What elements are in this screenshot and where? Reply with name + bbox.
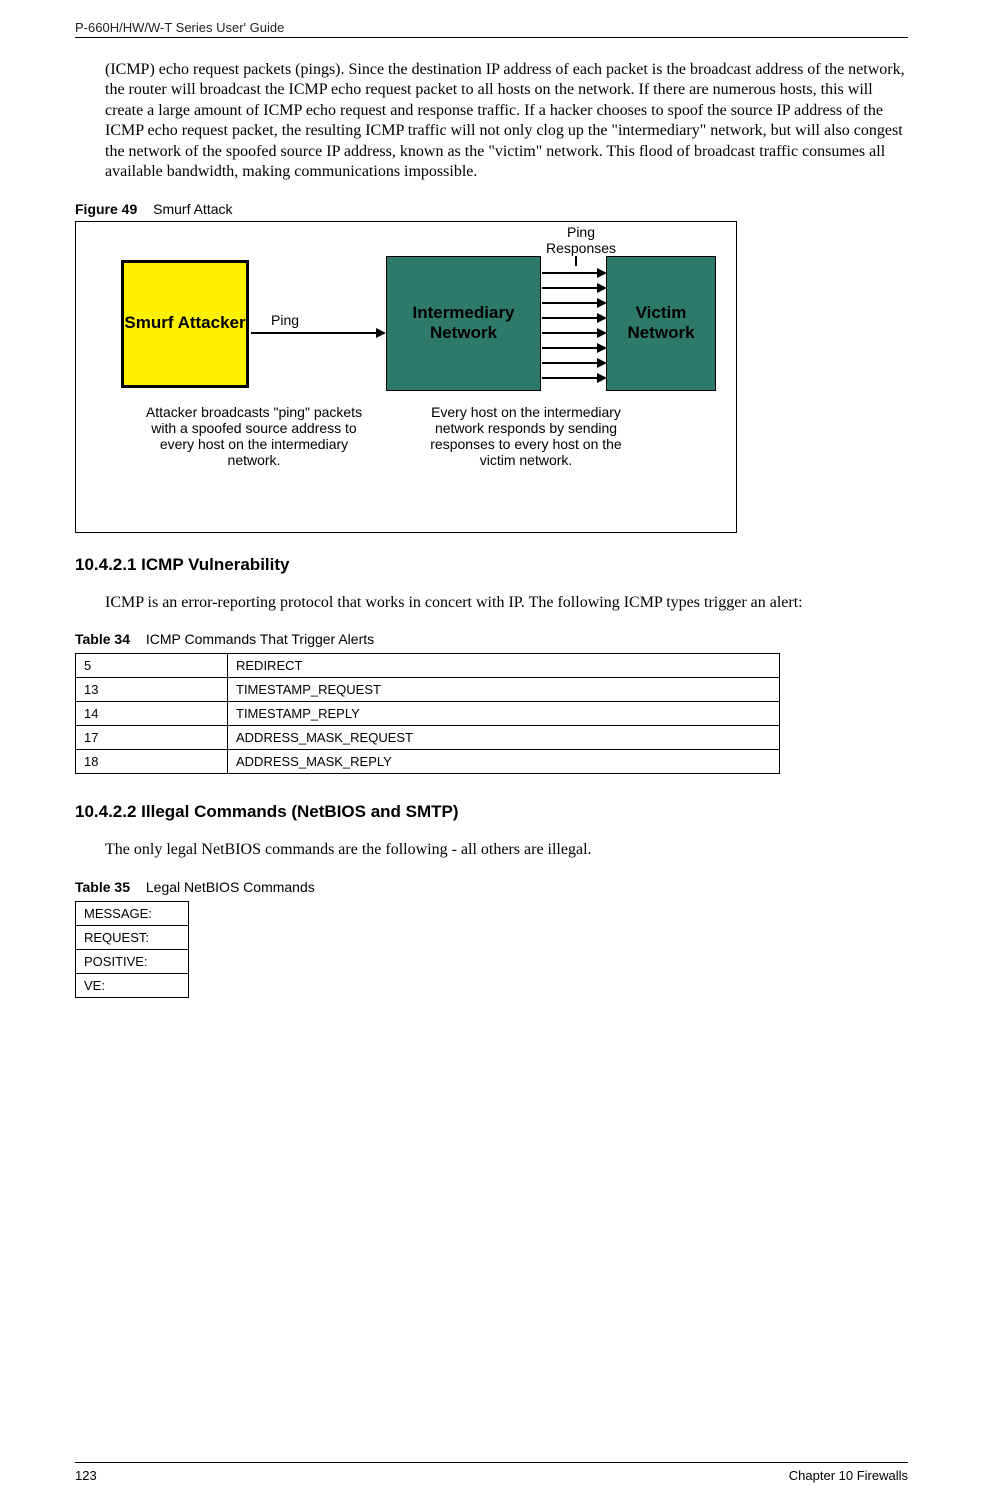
resp-arrow-head-icon: [597, 298, 607, 308]
header-guide-title: P-660H/HW/W-T Series User' Guide: [75, 20, 908, 35]
table35-caption-text: Legal NetBIOS Commands: [146, 879, 315, 895]
resp-arrow-head-icon: [597, 283, 607, 293]
resp-arrow-head-icon: [597, 328, 607, 338]
icmp-type-number: 13: [76, 678, 228, 702]
icmp-type-name: TIMESTAMP_REQUEST: [228, 678, 780, 702]
ping-arrow-head-icon: [376, 328, 386, 338]
figure-caption: Figure 49 Smurf Attack: [75, 201, 908, 217]
page-footer: 123 Chapter 10 Firewalls: [75, 1462, 908, 1483]
icmp-type-number: 5: [76, 654, 228, 678]
resp-arrow-head-icon: [597, 343, 607, 353]
figure-caption-text: Smurf Attack: [153, 201, 232, 217]
victim-network-box: Victim Network: [606, 256, 716, 391]
table-row: REQUEST:: [76, 925, 189, 949]
document-page: P-660H/HW/W-T Series User' Guide (ICMP) …: [0, 0, 983, 1503]
table-row: MESSAGE:: [76, 901, 189, 925]
resp-arrow-line: [542, 302, 597, 304]
attacker-explanation: Attacker broadcasts "ping" packets with …: [139, 404, 369, 468]
ping-responses-label: Ping Responses: [536, 224, 626, 256]
table34-caption-text: ICMP Commands That Trigger Alerts: [146, 631, 374, 647]
figure-number: Figure 49: [75, 201, 137, 217]
table-row: 13 TIMESTAMP_REQUEST: [76, 678, 780, 702]
icmp-vulnerability-heading: 10.4.2.1 ICMP Vulnerability: [75, 555, 908, 575]
page-number: 123: [75, 1468, 97, 1483]
victim-network-label: Victim Network: [607, 303, 715, 343]
intermediary-network-label: Intermediary Network: [387, 303, 540, 343]
resp-arrow-head-icon: [597, 268, 607, 278]
table-row: 18 ADDRESS_MASK_REPLY: [76, 750, 780, 774]
netbios-commands-table: MESSAGE: REQUEST: POSITIVE: VE:: [75, 901, 189, 998]
table34-number: Table 34: [75, 631, 130, 647]
smurf-attack-figure: Smurf Attacker Intermediary Network Vict…: [75, 221, 737, 533]
resp-arrow-line: [542, 347, 597, 349]
resp-arrow-line: [542, 377, 597, 379]
host-explanation: Every host on the intermediary network r…: [411, 404, 641, 468]
icmp-type-name: TIMESTAMP_REPLY: [228, 702, 780, 726]
netbios-command: VE:: [76, 973, 189, 997]
icmp-type-number: 14: [76, 702, 228, 726]
illegal-commands-heading: 10.4.2.2 Illegal Commands (NetBIOS and S…: [75, 802, 908, 822]
ping-resp-pointer: [575, 256, 577, 266]
resp-arrow-line: [542, 317, 597, 319]
table-row: POSITIVE:: [76, 949, 189, 973]
icmp-type-number: 17: [76, 726, 228, 750]
icmp-type-name: ADDRESS_MASK_REQUEST: [228, 726, 780, 750]
resp-arrow-line: [542, 332, 597, 334]
header-rule: [75, 37, 908, 38]
table34-caption: Table 34 ICMP Commands That Trigger Aler…: [75, 631, 908, 647]
smurf-attacker-label: Smurf Attacker: [124, 314, 245, 333]
icmp-intro-paragraph: ICMP is an error-reporting protocol that…: [105, 593, 908, 613]
table35-caption: Table 35 Legal NetBIOS Commands: [75, 879, 908, 895]
smurf-attacker-box: Smurf Attacker: [121, 260, 249, 388]
resp-arrow-head-icon: [597, 313, 607, 323]
intermediary-network-box: Intermediary Network: [386, 256, 541, 391]
ping-arrow-line: [251, 332, 376, 334]
netbios-command: MESSAGE:: [76, 901, 189, 925]
netbios-intro-paragraph: The only legal NetBIOS commands are the …: [105, 840, 908, 860]
resp-arrow-line: [542, 272, 597, 274]
icmp-type-name: REDIRECT: [228, 654, 780, 678]
resp-arrow-line: [542, 287, 597, 289]
netbios-command: REQUEST:: [76, 925, 189, 949]
icmp-commands-table: 5 REDIRECT 13 TIMESTAMP_REQUEST 14 TIMES…: [75, 653, 780, 774]
chapter-label: Chapter 10 Firewalls: [789, 1468, 908, 1483]
icmp-type-name: ADDRESS_MASK_REPLY: [228, 750, 780, 774]
table-row: 17 ADDRESS_MASK_REQUEST: [76, 726, 780, 750]
resp-arrow-head-icon: [597, 373, 607, 383]
ping-label: Ping: [271, 312, 299, 328]
table-row: 14 TIMESTAMP_REPLY: [76, 702, 780, 726]
table-row: VE:: [76, 973, 189, 997]
table-row: 5 REDIRECT: [76, 654, 780, 678]
resp-arrow-head-icon: [597, 358, 607, 368]
icmp-type-number: 18: [76, 750, 228, 774]
resp-arrow-line: [542, 362, 597, 364]
table35-number: Table 35: [75, 879, 130, 895]
intro-paragraph: (ICMP) echo request packets (pings). Sin…: [105, 60, 908, 183]
netbios-command: POSITIVE:: [76, 949, 189, 973]
